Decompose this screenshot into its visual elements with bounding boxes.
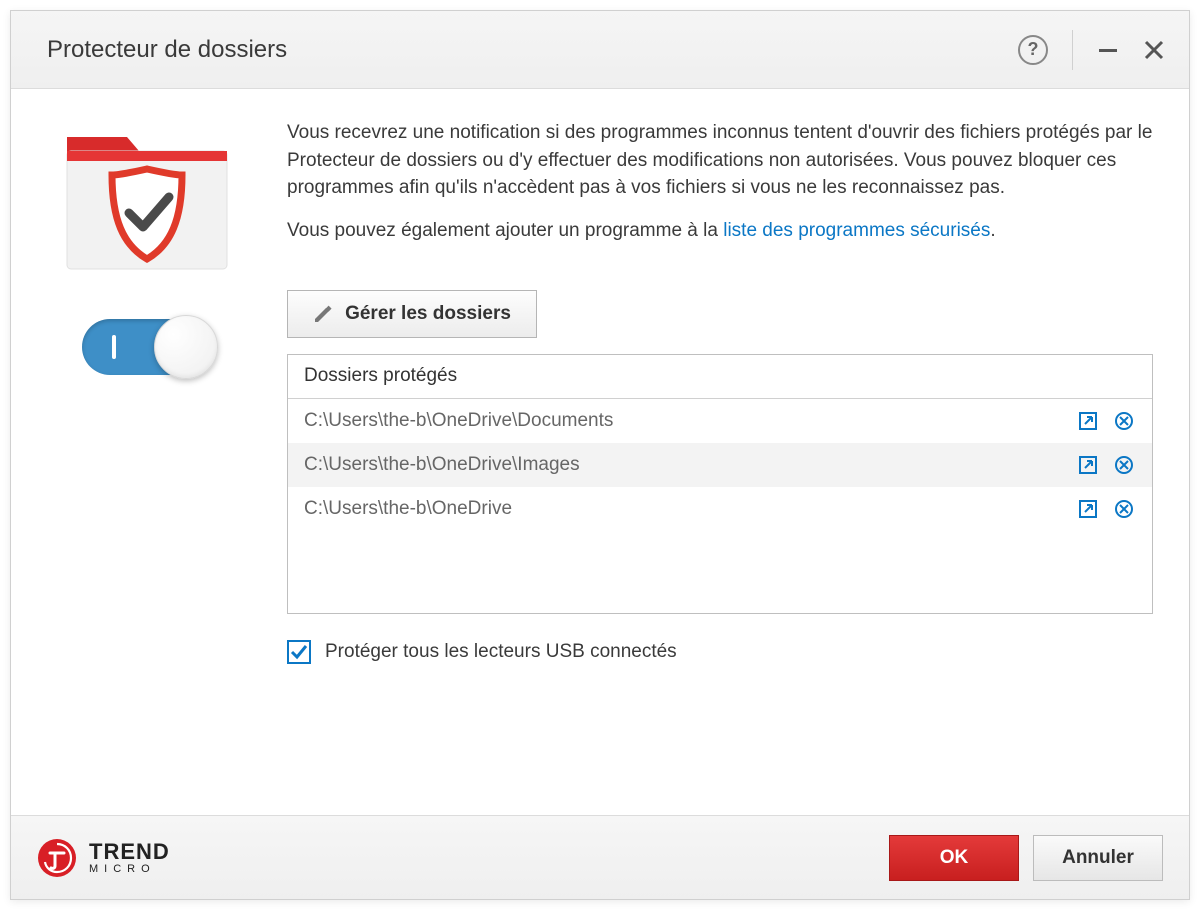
open-folder-button[interactable] xyxy=(1076,409,1100,433)
remove-folder-button[interactable] xyxy=(1112,453,1136,477)
list-header: Dossiers protégés xyxy=(288,355,1152,399)
minimize-button[interactable] xyxy=(1097,39,1119,61)
cancel-label: Annuler xyxy=(1062,847,1134,869)
pencil-icon xyxy=(313,304,333,324)
usb-protect-label: Protéger tous les lecteurs USB connectés xyxy=(325,641,677,663)
folder-shield-icon xyxy=(57,119,237,279)
dialog-footer: TREND MICRO OK Annuler xyxy=(11,815,1189,899)
list-row: C:\Users\the-b\OneDrive\Images xyxy=(288,443,1152,487)
help-button[interactable]: ? xyxy=(1018,35,1048,65)
folder-path: C:\Users\the-b\OneDrive xyxy=(304,498,1064,520)
left-column xyxy=(47,119,247,805)
manage-folders-button[interactable]: Gérer les dossiers xyxy=(287,290,537,338)
remove-folder-button[interactable] xyxy=(1112,409,1136,433)
remove-icon xyxy=(1114,411,1134,431)
brand-bottom: MICRO xyxy=(89,864,170,875)
toggle-knob xyxy=(154,315,218,379)
right-column: Vous recevrez une notification si des pr… xyxy=(287,119,1153,805)
cancel-button[interactable]: Annuler xyxy=(1033,835,1163,881)
safe-programs-link[interactable]: liste des programmes sécurisés xyxy=(723,220,990,241)
usb-protect-checkbox[interactable] xyxy=(287,640,311,664)
description2-suffix: . xyxy=(990,220,995,241)
checkmark-icon xyxy=(290,643,308,661)
open-external-icon xyxy=(1078,499,1098,519)
open-external-icon xyxy=(1078,411,1098,431)
brand-text: TREND MICRO xyxy=(89,841,170,875)
description-secondary: Vous pouvez également ajouter un program… xyxy=(287,220,1153,242)
minimize-icon xyxy=(1097,39,1119,61)
titlebar: Protecteur de dossiers ? xyxy=(11,11,1189,89)
usb-protect-row: Protéger tous les lecteurs USB connectés xyxy=(287,640,1153,664)
manage-folders-label: Gérer les dossiers xyxy=(345,303,511,325)
remove-icon xyxy=(1114,455,1134,475)
window-title: Protecteur de dossiers xyxy=(47,36,1018,64)
brand-logo-icon xyxy=(37,838,77,878)
help-icon: ? xyxy=(1028,39,1039,60)
folder-path: C:\Users\the-b\OneDrive\Documents xyxy=(304,410,1064,432)
open-external-icon xyxy=(1078,455,1098,475)
open-folder-button[interactable] xyxy=(1076,497,1100,521)
dialog-window: Protecteur de dossiers ? xyxy=(10,10,1190,900)
close-button[interactable] xyxy=(1143,39,1165,61)
brand: TREND MICRO xyxy=(37,838,875,878)
description-text: Vous recevrez une notification si des pr… xyxy=(287,119,1153,202)
protected-folders-list: Dossiers protégés C:\Users\the-b\OneDriv… xyxy=(287,354,1153,614)
close-icon xyxy=(1143,39,1165,61)
separator xyxy=(1072,30,1073,70)
toggle-on-indicator xyxy=(112,335,116,359)
brand-top: TREND xyxy=(89,841,170,863)
enable-toggle[interactable] xyxy=(82,319,212,375)
folder-path: C:\Users\the-b\OneDrive\Images xyxy=(304,454,1064,476)
list-row: C:\Users\the-b\OneDrive xyxy=(288,487,1152,531)
dialog-body: Vous recevrez une notification si des pr… xyxy=(11,89,1189,815)
ok-button[interactable]: OK xyxy=(889,835,1019,881)
list-row: C:\Users\the-b\OneDrive\Documents xyxy=(288,399,1152,443)
remove-folder-button[interactable] xyxy=(1112,497,1136,521)
description2-prefix: Vous pouvez également ajouter un program… xyxy=(287,220,723,241)
ok-label: OK xyxy=(940,847,969,869)
open-folder-button[interactable] xyxy=(1076,453,1100,477)
remove-icon xyxy=(1114,499,1134,519)
window-controls: ? xyxy=(1018,30,1165,70)
